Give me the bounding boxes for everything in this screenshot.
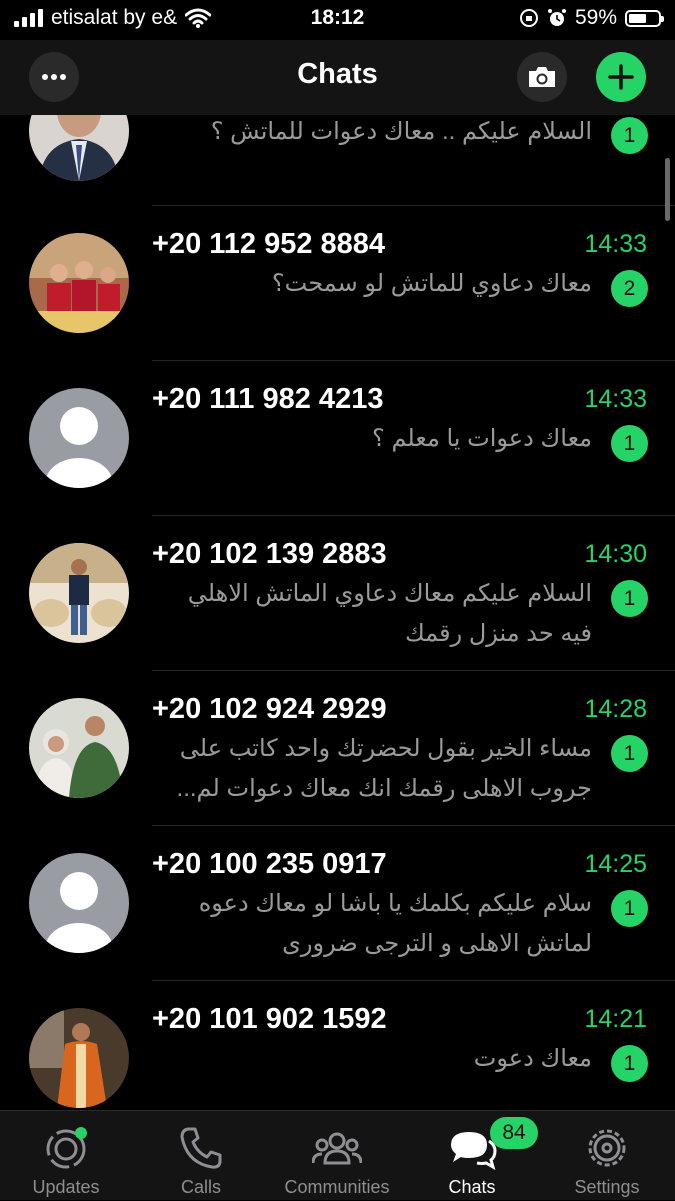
new-chat-button[interactable] bbox=[596, 52, 646, 102]
battery-fill bbox=[629, 13, 646, 23]
chat-time: 14:21 bbox=[584, 1005, 647, 1033]
unread-badge: 1 bbox=[611, 117, 648, 154]
avatar bbox=[29, 115, 129, 181]
tab-communities[interactable]: Communities bbox=[277, 1111, 397, 1201]
chat-list[interactable]: السلام عليكم .. معاك دعوات للماتش ؟ 1 +2… bbox=[0, 115, 675, 1110]
chat-time: 14:33 bbox=[584, 385, 647, 413]
chat-row[interactable]: +20 111 982 4213 14:33 معاك دعوات يا معل… bbox=[0, 361, 675, 516]
status-right: 59% bbox=[519, 6, 664, 30]
chat-time: 14:30 bbox=[584, 540, 647, 568]
alarm-icon bbox=[547, 9, 566, 26]
chat-message-preview: السلام عليكم .. معاك دعوات للماتش ؟ bbox=[210, 118, 592, 145]
tab-label: Settings bbox=[574, 1177, 640, 1197]
chat-time: 14:33 bbox=[584, 230, 647, 258]
default-avatar bbox=[29, 853, 129, 953]
chats-header: Chats bbox=[0, 40, 675, 115]
unread-badge: 1 bbox=[611, 425, 648, 462]
chat-message-preview: معاك دعوات يا معلم ؟ bbox=[372, 425, 592, 452]
gear-icon bbox=[588, 1129, 626, 1167]
chat-row[interactable]: +20 101 902 1592 14:21 معاك دعوت 1 bbox=[0, 981, 675, 1110]
chat-name: +20 112 952 8884 bbox=[152, 228, 386, 260]
chat-message-preview: السلام عليكم معاك دعاوي الماتش الاهلي في… bbox=[187, 580, 592, 647]
avatar bbox=[29, 543, 129, 643]
chat-time: 14:28 bbox=[584, 695, 647, 723]
unread-badge: 1 bbox=[611, 1045, 648, 1082]
chat-time: 14:25 bbox=[584, 850, 647, 878]
chat-name: +20 102 139 2883 bbox=[152, 538, 387, 570]
battery-percent: 59% bbox=[574, 6, 617, 29]
avatar bbox=[29, 1008, 129, 1108]
status-bar: etisalat by e& 18:12 59% bbox=[0, 0, 675, 40]
tab-calls[interactable]: Calls bbox=[141, 1111, 261, 1201]
chat-row[interactable]: السلام عليكم .. معاك دعوات للماتش ؟ 1 bbox=[0, 115, 675, 181]
page-title: Chats bbox=[297, 58, 378, 90]
battery-icon bbox=[625, 9, 664, 27]
updates-icon bbox=[46, 1127, 87, 1169]
chat-row[interactable]: +20 112 952 8884 14:33 معاك دعاوي للماتش… bbox=[0, 206, 675, 361]
unread-badge: 1 bbox=[611, 890, 648, 927]
chat-row[interactable]: +20 102 139 2883 14:30 السلام عليكم معاك… bbox=[0, 516, 675, 671]
unread-badge: 1 bbox=[611, 580, 648, 617]
chats-unread-badge: 84 bbox=[490, 1117, 538, 1149]
chat-name: +20 100 235 0917 bbox=[152, 848, 387, 880]
chat-row[interactable]: +20 102 924 2929 14:28 مساء الخير بقول ل… bbox=[0, 671, 675, 826]
chat-message-preview: مساء الخير بقول لحضرتك واحد كاتب على جرو… bbox=[176, 735, 592, 802]
unread-badge: 2 bbox=[611, 270, 648, 307]
communities-icon bbox=[312, 1132, 362, 1165]
tab-updates[interactable]: Updates bbox=[6, 1111, 126, 1201]
chat-message-preview: معاك دعاوي للماتش لو سمحت؟ bbox=[271, 270, 592, 297]
camera-icon bbox=[529, 67, 555, 87]
tab-bar: Updates Calls Communities Chats Settings bbox=[0, 1110, 675, 1200]
chat-name: +20 111 982 4213 bbox=[152, 383, 384, 415]
plus-icon bbox=[608, 64, 634, 90]
rotation-lock-icon bbox=[519, 9, 538, 27]
avatar bbox=[29, 698, 129, 798]
chat-message-preview: معاك دعوت bbox=[473, 1045, 592, 1072]
chat-row[interactable]: +20 100 235 0917 14:25 سلام عليكم بكلمك … bbox=[0, 826, 675, 981]
chat-name: +20 102 924 2929 bbox=[152, 693, 387, 725]
default-avatar bbox=[29, 388, 129, 488]
avatar bbox=[29, 233, 129, 333]
scrollbar[interactable] bbox=[665, 158, 670, 221]
chat-message-preview: سلام عليكم بكلمك يا باشا لو معاك دعوه لم… bbox=[198, 890, 592, 957]
unread-badge: 1 bbox=[611, 735, 648, 772]
camera-button[interactable] bbox=[517, 52, 567, 102]
phone-icon bbox=[180, 1127, 222, 1169]
tab-settings[interactable]: Settings bbox=[547, 1111, 667, 1201]
chat-name: +20 101 902 1592 bbox=[152, 1003, 387, 1035]
